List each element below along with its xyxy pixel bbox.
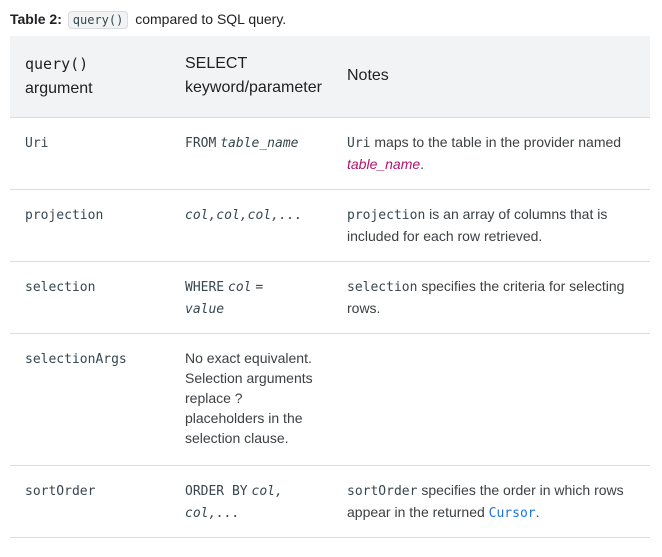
- notes-end: .: [535, 503, 540, 520]
- comparison-table: query() argument SELECT keyword/paramete…: [10, 36, 650, 538]
- argument-cell: selection: [25, 279, 96, 295]
- select-cell: No exact equivalent. Selection arguments…: [169, 332, 341, 465]
- argument-cell: selectionArgs: [25, 351, 127, 367]
- cursor-link[interactable]: Cursor: [489, 506, 536, 521]
- table-row: sortOrder ORDER BY col, col,... sortOrde…: [10, 464, 650, 538]
- sql-param: table_name: [220, 135, 299, 151]
- notes-code: selection: [347, 279, 418, 295]
- argument-cell: projection: [25, 207, 104, 223]
- header-select-line1: SELECT: [185, 55, 248, 73]
- select-cell: WHERE col = value: [169, 260, 341, 333]
- header-argument-label: argument: [25, 79, 93, 97]
- table-row: Uri FROM table_name Uri maps to the tabl…: [10, 116, 650, 189]
- notes-cell: projection is an array of columns that i…: [341, 188, 650, 261]
- header-notes: Notes: [347, 67, 389, 85]
- notes-code: sortOrder: [347, 483, 418, 499]
- header-select-line2: keyword/parameter: [185, 79, 322, 97]
- caption-label: Table 2:: [10, 11, 62, 27]
- header-select: SELECT keyword/parameter: [169, 36, 341, 117]
- notes-cell: Uri maps to the table in the provider na…: [341, 116, 650, 189]
- argument-cell: sortOrder: [25, 483, 96, 499]
- table-row: selection WHERE col = value selection sp…: [10, 260, 650, 333]
- sql-param: value: [185, 301, 225, 317]
- sql-keyword: FROM: [185, 135, 217, 151]
- select-cell: col,col,col,...: [169, 188, 341, 261]
- sql-keyword: WHERE: [185, 279, 225, 295]
- notes-end: .: [420, 155, 425, 172]
- notes-code: Uri: [347, 135, 371, 151]
- table-row: projection col,col,col,... projection is…: [10, 188, 650, 261]
- notes-cell: [341, 332, 650, 465]
- notes-var: table_name: [347, 155, 421, 172]
- sql-keyword: ORDER BY: [185, 483, 248, 499]
- select-text: No exact equivalent. Selection arguments…: [185, 349, 313, 446]
- sql-param: col,: [251, 483, 283, 499]
- notes-cell: selection specifies the criteria for sel…: [341, 260, 650, 333]
- table-header-row: query() argument SELECT keyword/paramete…: [10, 36, 650, 117]
- caption-text: compared to SQL query.: [135, 11, 287, 27]
- notes-code: projection: [347, 207, 426, 223]
- notes-cell: sortOrder specifies the order in which r…: [341, 464, 650, 538]
- sql-operator: =: [255, 279, 264, 295]
- notes-text: maps to the table in the provider named: [374, 133, 622, 150]
- sql-param: col,col,col,...: [185, 207, 303, 223]
- table-caption: Table 2: query() compared to SQL query.: [10, 10, 286, 29]
- caption-code: query(): [67, 11, 129, 29]
- table-row: selectionArgs No exact equivalent. Selec…: [10, 332, 650, 465]
- select-cell: FROM table_name: [169, 116, 341, 189]
- sql-param: col,...: [185, 505, 240, 521]
- header-argument: query() argument: [10, 36, 169, 117]
- select-cell: ORDER BY col, col,...: [169, 464, 341, 538]
- sql-param: col: [228, 279, 252, 295]
- header-argument-code: query(): [25, 54, 89, 73]
- argument-cell: Uri: [25, 135, 49, 151]
